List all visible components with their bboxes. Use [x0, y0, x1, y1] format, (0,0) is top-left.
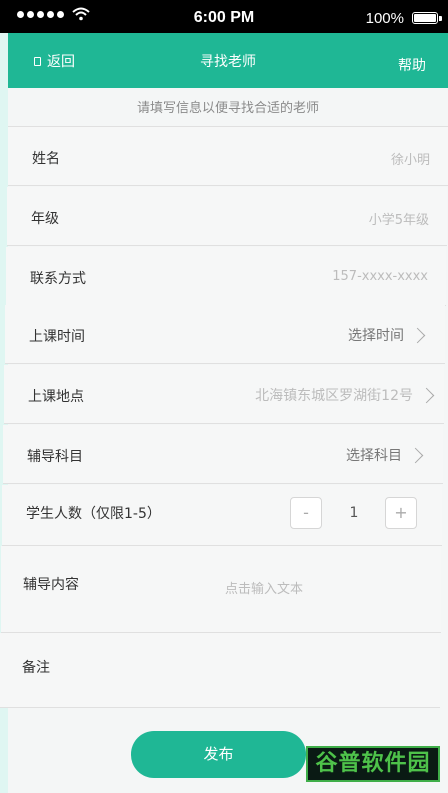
time-label: 上课时间 — [29, 329, 85, 345]
location-value: 北海镇东城区罗湖街12号 — [255, 388, 413, 404]
subject-label: 辅导科目 — [27, 449, 83, 465]
location-label: 上课地点 — [28, 389, 84, 405]
watermark-logo: 谷普软件园 — [306, 746, 440, 782]
student-count: 1 — [349, 505, 359, 521]
publish-button[interactable]: 发布 — [131, 731, 306, 778]
name-value[interactable]: 徐小明 — [391, 149, 430, 168]
decrement-button[interactable]: - — [290, 497, 322, 529]
time-row[interactable]: 上课时间 选择时间 — [5, 305, 445, 364]
subject-row[interactable]: 辅导科目 选择科目 — [3, 425, 443, 484]
time-select[interactable]: 选择时间 — [348, 325, 426, 345]
students-row: 学生人数（仅限1-5） - 1 + — [2, 485, 442, 546]
content-input[interactable]: 点击输入文本 — [225, 578, 303, 597]
battery-percent: 100% — [365, 10, 404, 27]
chevron-right-icon — [409, 327, 426, 343]
content-label: 辅导内容 — [23, 577, 79, 593]
remarks-row[interactable]: 备注 — [0, 633, 440, 708]
location-row[interactable]: 上课地点 北海镇东城区罗湖街12号 — [4, 365, 444, 424]
nav-bar: 返回 寻找老师 帮助 — [8, 33, 448, 88]
location-select[interactable]: 北海镇东城区罗湖街12号 — [255, 385, 435, 405]
name-row[interactable]: 姓名 徐小明 — [8, 127, 448, 186]
chevron-right-icon — [407, 447, 424, 463]
students-label: 学生人数（仅限1-5） — [26, 506, 161, 522]
contact-value[interactable]: 157-xxxx-xxxx — [332, 269, 428, 284]
grade-row[interactable]: 年级 小学5年级 — [7, 187, 447, 246]
content-row[interactable]: 辅导内容 点击输入文本 — [1, 546, 441, 633]
name-label: 姓名 — [32, 151, 60, 167]
battery-icon — [412, 12, 438, 24]
page-title: 寻找老师 — [200, 54, 256, 70]
grade-label: 年级 — [31, 211, 59, 227]
form-subtitle: 请填写信息以便寻找合适的老师 — [8, 88, 448, 127]
time-value: 选择时间 — [348, 328, 404, 344]
status-bar: 6:00 PM 100% — [0, 0, 448, 33]
contact-row[interactable]: 联系方式 157-xxxx-xxxx — [6, 247, 446, 306]
chevron-right-icon — [418, 387, 435, 403]
subject-select[interactable]: 选择科目 — [346, 445, 424, 465]
help-button[interactable]: 帮助 — [398, 55, 426, 75]
contact-label: 联系方式 — [30, 271, 86, 287]
battery-tip — [439, 16, 442, 21]
subject-value: 选择科目 — [346, 448, 402, 464]
grade-value[interactable]: 小学5年级 — [369, 209, 429, 228]
increment-button[interactable]: + — [385, 497, 417, 529]
remarks-label: 备注 — [22, 660, 50, 676]
